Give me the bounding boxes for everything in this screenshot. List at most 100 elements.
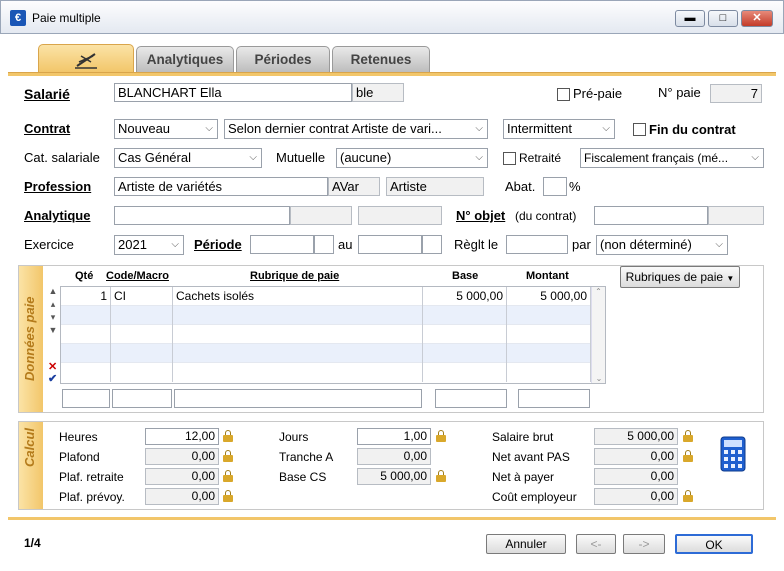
lock-icon[interactable] bbox=[436, 470, 446, 482]
lock-icon[interactable] bbox=[683, 450, 693, 462]
jours-field[interactable]: 1,00 bbox=[357, 428, 431, 445]
cell-rubrique[interactable]: Cachets isolés bbox=[173, 287, 423, 306]
validate-row-icon[interactable]: ✔ bbox=[48, 372, 57, 385]
periode-end-calendar[interactable] bbox=[422, 235, 442, 254]
chevron-down-icon: ⌵ bbox=[475, 123, 483, 134]
prepaie-checkbox[interactable] bbox=[557, 88, 570, 101]
nobjet-field[interactable] bbox=[594, 206, 708, 225]
donnees-grid: 1 CI Cachets isolés 5 000,00 5 000,00 ⌃ … bbox=[60, 286, 606, 384]
fin-contrat-checkbox[interactable] bbox=[633, 123, 646, 136]
new-qte-field[interactable] bbox=[62, 389, 110, 408]
lock-icon[interactable] bbox=[223, 450, 233, 462]
calculator-icon[interactable] bbox=[720, 436, 746, 472]
plaf-retraite-label: Plaf. retraite bbox=[59, 470, 124, 484]
chevron-down-icon: ⌵ bbox=[475, 152, 483, 163]
tranche-field: 0,00 bbox=[357, 448, 431, 465]
contrat-mode-select[interactable]: Selon dernier contrat Artiste de vari...… bbox=[224, 119, 488, 139]
minimize-button[interactable]: ▬ bbox=[675, 10, 705, 27]
cell-code[interactable]: CI bbox=[111, 287, 173, 306]
table-row[interactable] bbox=[61, 325, 605, 344]
annuler-button[interactable]: Annuler bbox=[486, 534, 566, 554]
new-base-field[interactable] bbox=[435, 389, 507, 408]
move-up-icon[interactable]: ▴ bbox=[48, 298, 58, 311]
periode-label[interactable]: Période bbox=[194, 237, 242, 252]
salarie-name-field[interactable]: BLANCHART Ella bbox=[114, 83, 352, 102]
analytique-label[interactable]: Analytique bbox=[24, 208, 90, 223]
contrat-select[interactable]: Nouveau ⌵ bbox=[114, 119, 218, 139]
par-select[interactable]: (non déterminé) ⌵ bbox=[596, 235, 728, 255]
scroll-down-icon[interactable]: ⌄ bbox=[592, 374, 606, 383]
mutuelle-select[interactable]: (aucune) ⌵ bbox=[336, 148, 488, 168]
close-button[interactable]: ✕ bbox=[741, 10, 773, 27]
analytique-field[interactable] bbox=[114, 206, 290, 225]
tab-general[interactable] bbox=[38, 44, 134, 72]
tranche-label: Tranche A bbox=[279, 450, 334, 464]
new-rubrique-field[interactable] bbox=[174, 389, 422, 408]
cell-qte[interactable]: 1 bbox=[61, 287, 111, 306]
abat-field[interactable] bbox=[543, 177, 567, 196]
next-button[interactable]: -> bbox=[623, 534, 665, 554]
reglt-field[interactable] bbox=[506, 235, 568, 254]
grid-scrollbar[interactable]: ⌃ ⌄ bbox=[591, 287, 605, 383]
salarie-label[interactable]: Salarié bbox=[24, 86, 70, 102]
lock-icon[interactable] bbox=[223, 470, 233, 482]
cat-select[interactable]: Cas Général ⌵ bbox=[114, 148, 262, 168]
lock-icon[interactable] bbox=[683, 490, 693, 502]
par-label: par bbox=[572, 237, 591, 252]
chevron-down-icon: ⌵ bbox=[751, 152, 759, 163]
nobjet-label[interactable]: N° objet bbox=[456, 208, 505, 223]
reglt-label: Règlt le bbox=[454, 237, 499, 252]
tab-analytiques[interactable]: Analytiques bbox=[136, 46, 234, 72]
cell-base[interactable]: 5 000,00 bbox=[423, 287, 507, 306]
periode-start-field[interactable] bbox=[250, 235, 314, 254]
cell-montant[interactable]: 5 000,00 bbox=[507, 287, 591, 306]
rubriques-button[interactable]: Rubriques de paie ▼ bbox=[620, 266, 740, 288]
col-code[interactable]: Code/Macro bbox=[106, 270, 169, 282]
col-rubrique[interactable]: Rubrique de paie bbox=[250, 270, 339, 282]
move-top-icon[interactable]: ▲ bbox=[48, 285, 58, 298]
lock-icon[interactable] bbox=[436, 430, 446, 442]
plafond-field: 0,00 bbox=[145, 448, 219, 465]
move-bottom-icon[interactable]: ▼ bbox=[48, 324, 58, 337]
chevron-down-icon: ⌵ bbox=[171, 239, 179, 250]
title-bar bbox=[0, 0, 784, 34]
table-row[interactable] bbox=[61, 344, 605, 363]
table-row[interactable] bbox=[61, 363, 605, 382]
heures-field[interactable]: 12,00 bbox=[145, 428, 219, 445]
prev-button[interactable]: <- bbox=[576, 534, 616, 554]
profession-field[interactable]: Artiste de variétés bbox=[114, 177, 328, 196]
lock-icon[interactable] bbox=[223, 430, 233, 442]
mutuelle-value: (aucune) bbox=[340, 150, 392, 165]
tab-periodes[interactable]: Périodes bbox=[236, 46, 330, 72]
fiscal-select[interactable]: Fiscalement français (mé... ⌵ bbox=[580, 148, 764, 168]
profession-label[interactable]: Profession bbox=[24, 179, 91, 194]
tab-underline bbox=[8, 72, 776, 76]
new-montant-field[interactable] bbox=[518, 389, 590, 408]
scroll-up-icon[interactable]: ⌃ bbox=[592, 287, 605, 296]
table-row[interactable]: 1 CI Cachets isolés 5 000,00 5 000,00 bbox=[61, 287, 605, 306]
retraite-checkbox[interactable] bbox=[503, 152, 516, 165]
brut-field: 5 000,00 bbox=[594, 428, 678, 445]
app-icon: € bbox=[10, 10, 26, 26]
heures-label: Heures bbox=[59, 430, 98, 444]
ok-button[interactable]: OK bbox=[675, 534, 753, 554]
cat-value: Cas Général bbox=[118, 150, 191, 165]
npaie-label: N° paie bbox=[658, 85, 701, 100]
contrat-type-select[interactable]: Intermittent ⌵ bbox=[503, 119, 615, 139]
tab-retenues[interactable]: Retenues bbox=[332, 46, 430, 72]
contrat-label[interactable]: Contrat bbox=[24, 121, 70, 136]
move-down-icon[interactable]: ▾ bbox=[48, 311, 58, 324]
profession-code-field: AVar bbox=[328, 177, 380, 196]
mutuelle-label: Mutuelle bbox=[276, 150, 326, 165]
maximize-button[interactable]: □ bbox=[708, 10, 738, 27]
plaf-prevoy-label: Plaf. prévoy. bbox=[59, 490, 125, 504]
nobjet-code-field bbox=[708, 206, 764, 225]
profession-short-field: Artiste bbox=[386, 177, 484, 196]
exercice-select[interactable]: 2021 ⌵ bbox=[114, 235, 184, 255]
table-row[interactable] bbox=[61, 306, 605, 325]
lock-icon[interactable] bbox=[683, 430, 693, 442]
new-code-field[interactable] bbox=[112, 389, 172, 408]
periode-start-calendar[interactable] bbox=[314, 235, 334, 254]
lock-icon[interactable] bbox=[223, 490, 233, 502]
periode-end-field[interactable] bbox=[358, 235, 422, 254]
